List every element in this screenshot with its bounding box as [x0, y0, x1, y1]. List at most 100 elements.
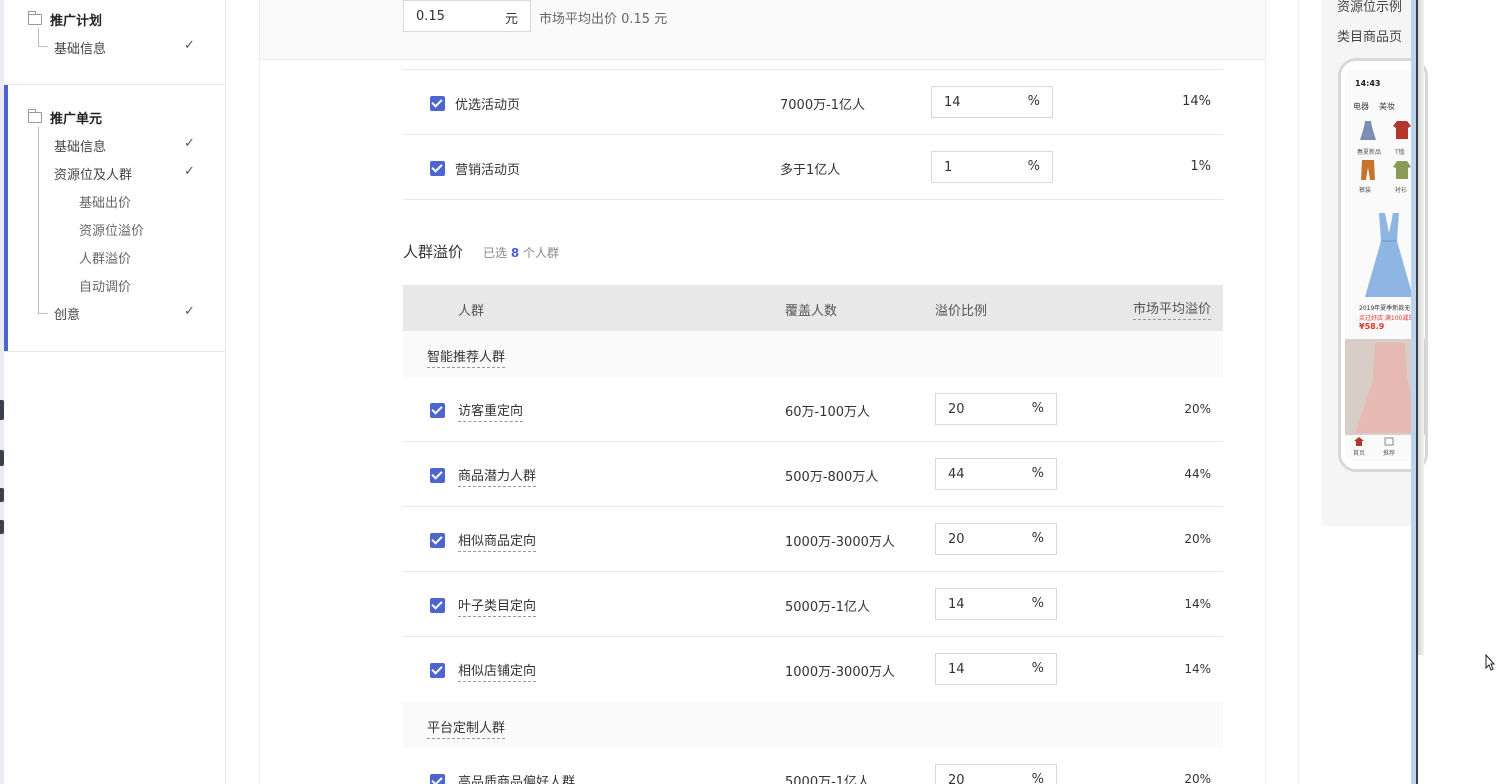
input-value: 44	[948, 467, 965, 482]
crowd-premium-input[interactable]: 20%	[935, 393, 1057, 425]
crowd-checkbox[interactable]	[430, 468, 445, 483]
phone-nav-home: 首页	[1353, 437, 1365, 457]
input-value: 20	[948, 532, 965, 547]
tree-line	[38, 313, 48, 314]
check-icon: ✓	[184, 164, 195, 179]
sidebar-item-creative[interactable]: 创意	[54, 304, 80, 323]
header-crowd: 人群	[458, 304, 485, 319]
header-coverage: 覆盖人数	[785, 304, 838, 319]
crowd-premium-input[interactable]: 20 %	[935, 764, 1057, 784]
crowd-coverage: 1000万-3000万人	[785, 665, 895, 680]
resource-checkbox[interactable]	[430, 96, 445, 111]
home-icon	[1354, 437, 1364, 446]
sidebar-item-unit-basic[interactable]: 基础信息	[54, 136, 106, 155]
group-label[interactable]: 平台定制人群	[427, 717, 506, 739]
crowd-premium-input[interactable]: 44%	[935, 458, 1057, 490]
row-divider	[403, 441, 1223, 442]
crowd-coverage: 1000万-3000万人	[785, 535, 895, 550]
thumb-label: 春夏新品	[1357, 149, 1382, 156]
crowd-checkbox[interactable]	[430, 533, 445, 548]
crowd-name[interactable]: 叶子类目定向	[458, 595, 537, 617]
base-bid-hint: 市场平均出价 0.15 元	[539, 12, 668, 27]
crowd-market-premium: 20%	[1184, 772, 1211, 784]
sidebar-heading-label: 推广单元	[50, 112, 103, 127]
crowd-table-header: 人群 覆盖人数 溢价比例 市场平均溢价	[403, 285, 1223, 331]
input-unit: %	[1031, 401, 1044, 416]
crowd-name[interactable]: 商品潜力人群	[458, 465, 537, 487]
sidebar-divider	[4, 351, 225, 352]
phone-nav-label: 首页	[1353, 450, 1366, 457]
header-market-premium[interactable]: 市场平均溢价	[1132, 298, 1211, 320]
sidebar-heading-plan[interactable]: 推广计划	[28, 10, 102, 29]
crowd-market-premium: 14%	[1184, 597, 1211, 611]
resource-coverage: 7000万-1亿人	[780, 98, 866, 113]
resource-coverage: 多于1亿人	[780, 163, 841, 178]
crowd-premium-input[interactable]: 14%	[935, 653, 1057, 685]
input-value: 14	[948, 662, 965, 677]
base-bid-input[interactable]: 0.15 元	[403, 0, 531, 32]
crowd-checkbox[interactable]	[430, 663, 445, 678]
sidebar-subitem-auto-adjust[interactable]: 自动调价	[79, 276, 131, 295]
green-shirt-thumbnail	[1393, 161, 1411, 179]
crowd-name[interactable]: 相似商品定向	[458, 530, 537, 552]
step-sidebar: 推广计划 基础信息 ✓ 推广单元 基础信息 ✓ 资源位及人群 ✓ 基础出价 资源…	[4, 0, 226, 784]
crowd-checkbox[interactable]	[430, 403, 445, 418]
resource-premium-input[interactable]: 14 %	[931, 86, 1053, 118]
phone-tab: 美妆	[1379, 102, 1395, 111]
crowd-coverage: 5000万-1亿人	[785, 600, 871, 615]
input-value: 14	[948, 597, 965, 612]
crowd-name[interactable]: 高品质商品偏好人群	[458, 771, 575, 784]
preview-subheading: 类目商品页	[1337, 30, 1403, 45]
recommend-icon	[1384, 437, 1394, 446]
tree-line	[38, 127, 39, 313]
thumb-label: 衬衫	[1395, 187, 1408, 194]
crowd-premium-title: 人群溢价	[403, 243, 464, 261]
crowd-market-premium: 44%	[1184, 467, 1211, 481]
phone-nav-label: 推荐	[1383, 450, 1396, 457]
thumb-label: T恤	[1395, 149, 1405, 156]
sidebar-section-unit: 推广单元 基础信息 ✓ 资源位及人群 ✓ 基础出价 资源位溢价 人群溢价 自动调…	[4, 85, 225, 351]
input-unit: %	[1027, 94, 1040, 109]
product-title: 2019年夏季新款无袖	[1359, 305, 1417, 312]
group-label[interactable]: 智能推荐人群	[427, 346, 506, 368]
resource-name: 营销活动页	[455, 163, 521, 178]
tree-line	[38, 46, 48, 47]
row-divider	[403, 506, 1223, 507]
crowd-checkbox[interactable]	[430, 598, 445, 613]
resource-premium-input[interactable]: 1 %	[931, 151, 1053, 183]
selected-number: 8	[510, 246, 520, 260]
crowd-coverage: 5000万-1亿人	[785, 775, 871, 784]
input-unit: %	[1027, 159, 1040, 174]
crowd-premium-input[interactable]: 14%	[935, 588, 1057, 620]
sidebar-subitem-resource-premium[interactable]: 资源位溢价	[79, 220, 144, 239]
crowd-group-platform: 平台定制人群	[403, 702, 1223, 748]
crowd-checkbox[interactable]	[430, 774, 445, 784]
resource-market-premium: 14%	[1182, 94, 1211, 109]
phone-clock: 14:43	[1355, 79, 1381, 88]
input-value: 0.15	[416, 9, 445, 24]
crowd-group-smart: 智能推荐人群	[403, 331, 1223, 377]
product-price: ¥58.9	[1359, 322, 1385, 331]
sidebar-heading-unit[interactable]: 推广单元	[28, 108, 102, 127]
sidebar-item-resource-crowd[interactable]: 资源位及人群	[54, 164, 132, 183]
input-unit: %	[1031, 772, 1044, 784]
crowd-name[interactable]: 访客重定向	[458, 400, 524, 422]
input-unit: %	[1031, 531, 1044, 546]
sidebar-subitem-base-bid[interactable]: 基础出价	[79, 192, 131, 211]
crowd-premium-input[interactable]: 20%	[935, 523, 1057, 555]
sidebar-subitem-crowd-premium[interactable]: 人群溢价	[79, 248, 131, 267]
row-divider	[403, 199, 1223, 200]
crowd-selected-count: 已选 8 个人群	[483, 244, 559, 261]
input-value: 14	[944, 95, 961, 110]
phone-bottom-nav: 首页 推荐	[1353, 437, 1395, 457]
row-divider	[403, 636, 1223, 637]
resource-checkbox[interactable]	[430, 161, 445, 176]
sidebar-item-plan-basic[interactable]: 基础信息	[54, 38, 106, 57]
folder-icon	[28, 11, 42, 25]
input-value: 1	[944, 160, 953, 175]
preview-heading: 资源位示例	[1337, 0, 1403, 15]
selected-suffix: 个人群	[523, 246, 560, 260]
tree-line	[38, 28, 39, 46]
red-tshirt-thumbnail	[1393, 121, 1411, 139]
crowd-name[interactable]: 相似店铺定向	[458, 660, 537, 682]
